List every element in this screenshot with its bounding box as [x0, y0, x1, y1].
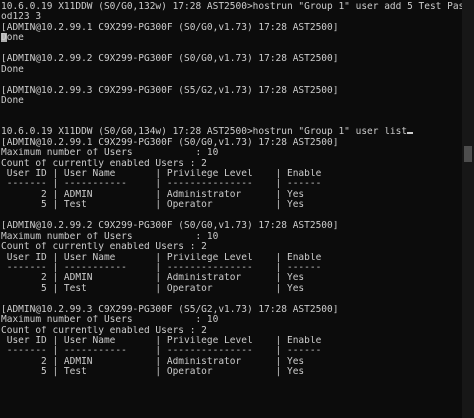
terminal-output[interactable]: 10.6.0.19 X11DDW (S0/G0,132w) 17:28 AST2…	[0, 0, 462, 418]
terminal-line: User ID | User Name | Privilege Level | …	[1, 336, 322, 346]
vertical-scrollbar[interactable]	[462, 0, 474, 418]
scrollbar-thumb[interactable]	[464, 146, 472, 162]
terminal-line: [ADMIN@10.2.99.1 C9X299-PG300F (S0/G0,v1…	[1, 22, 339, 33]
terminal-line: 10.6.0.19 X11DDW (S0/G0,132w) 17:28 AST2…	[1, 2, 462, 12]
terminal-line: Count of currently enabled Users : 2	[1, 242, 207, 253]
terminal-line: [ADMIN@10.2.99.3 C9X299-PG300F (S5/G2,v1…	[1, 304, 339, 315]
terminal-line: User ID | User Name | Privilege Level | …	[1, 252, 322, 263]
terminal-line: Count of currently enabled Users : 2	[1, 325, 207, 336]
terminal-line: [ADMIN@10.2.99.2 C9X299-PG300F (S0/G0,v1…	[1, 54, 339, 65]
terminal-line: Maximum number of Users : 10	[1, 231, 219, 242]
terminal-line: 5 | Test | Operator | Yes	[1, 367, 305, 378]
terminal-line: 2 | ADMIN | Administrator | Yes	[1, 189, 305, 200]
terminal-line: Done	[1, 64, 24, 75]
terminal-line: [ADMIN@10.2.99.2 C9X299-PG300F (S0/G0,v1…	[1, 221, 339, 232]
terminal-line: od123 3	[1, 12, 42, 23]
terminal-line: 5 | Test | Operator | Yes	[1, 200, 305, 211]
terminal-line: Maximum number of Users : 10	[1, 315, 219, 326]
terminal-line: Done	[1, 95, 24, 106]
terminal-line: ------- | ----------- | --------------- …	[1, 262, 322, 273]
terminal-line: Done	[1, 33, 24, 44]
text-cursor	[1, 33, 7, 43]
text-cursor	[407, 132, 414, 135]
terminal-line: 2 | ADMIN | Administrator | Yes	[1, 356, 305, 367]
terminal-line: 10.6.0.19 X11DDW (S0/G0,134w) 17:28 AST2…	[1, 127, 462, 137]
terminal-line: [ADMIN@10.2.99.3 C9X299-PG300F (S5/G2,v1…	[1, 85, 339, 96]
terminal-line: ------- | ----------- | --------------- …	[1, 346, 322, 357]
terminal-line: ------- | ----------- | --------------- …	[1, 179, 322, 190]
terminal-line: User ID | User Name | Privilege Level | …	[1, 169, 322, 179]
terminal-line: 2 | ADMIN | Administrator | Yes	[1, 273, 305, 284]
terminal-line: Count of currently enabled Users : 2	[1, 158, 207, 169]
terminal-line: [ADMIN@10.2.99.1 C9X299-PG300F (S0/G0,v1…	[1, 137, 339, 148]
terminal-line: 5 | Test | Operator | Yes	[1, 283, 305, 294]
terminal-line: Maximum number of Users : 10	[1, 148, 219, 159]
